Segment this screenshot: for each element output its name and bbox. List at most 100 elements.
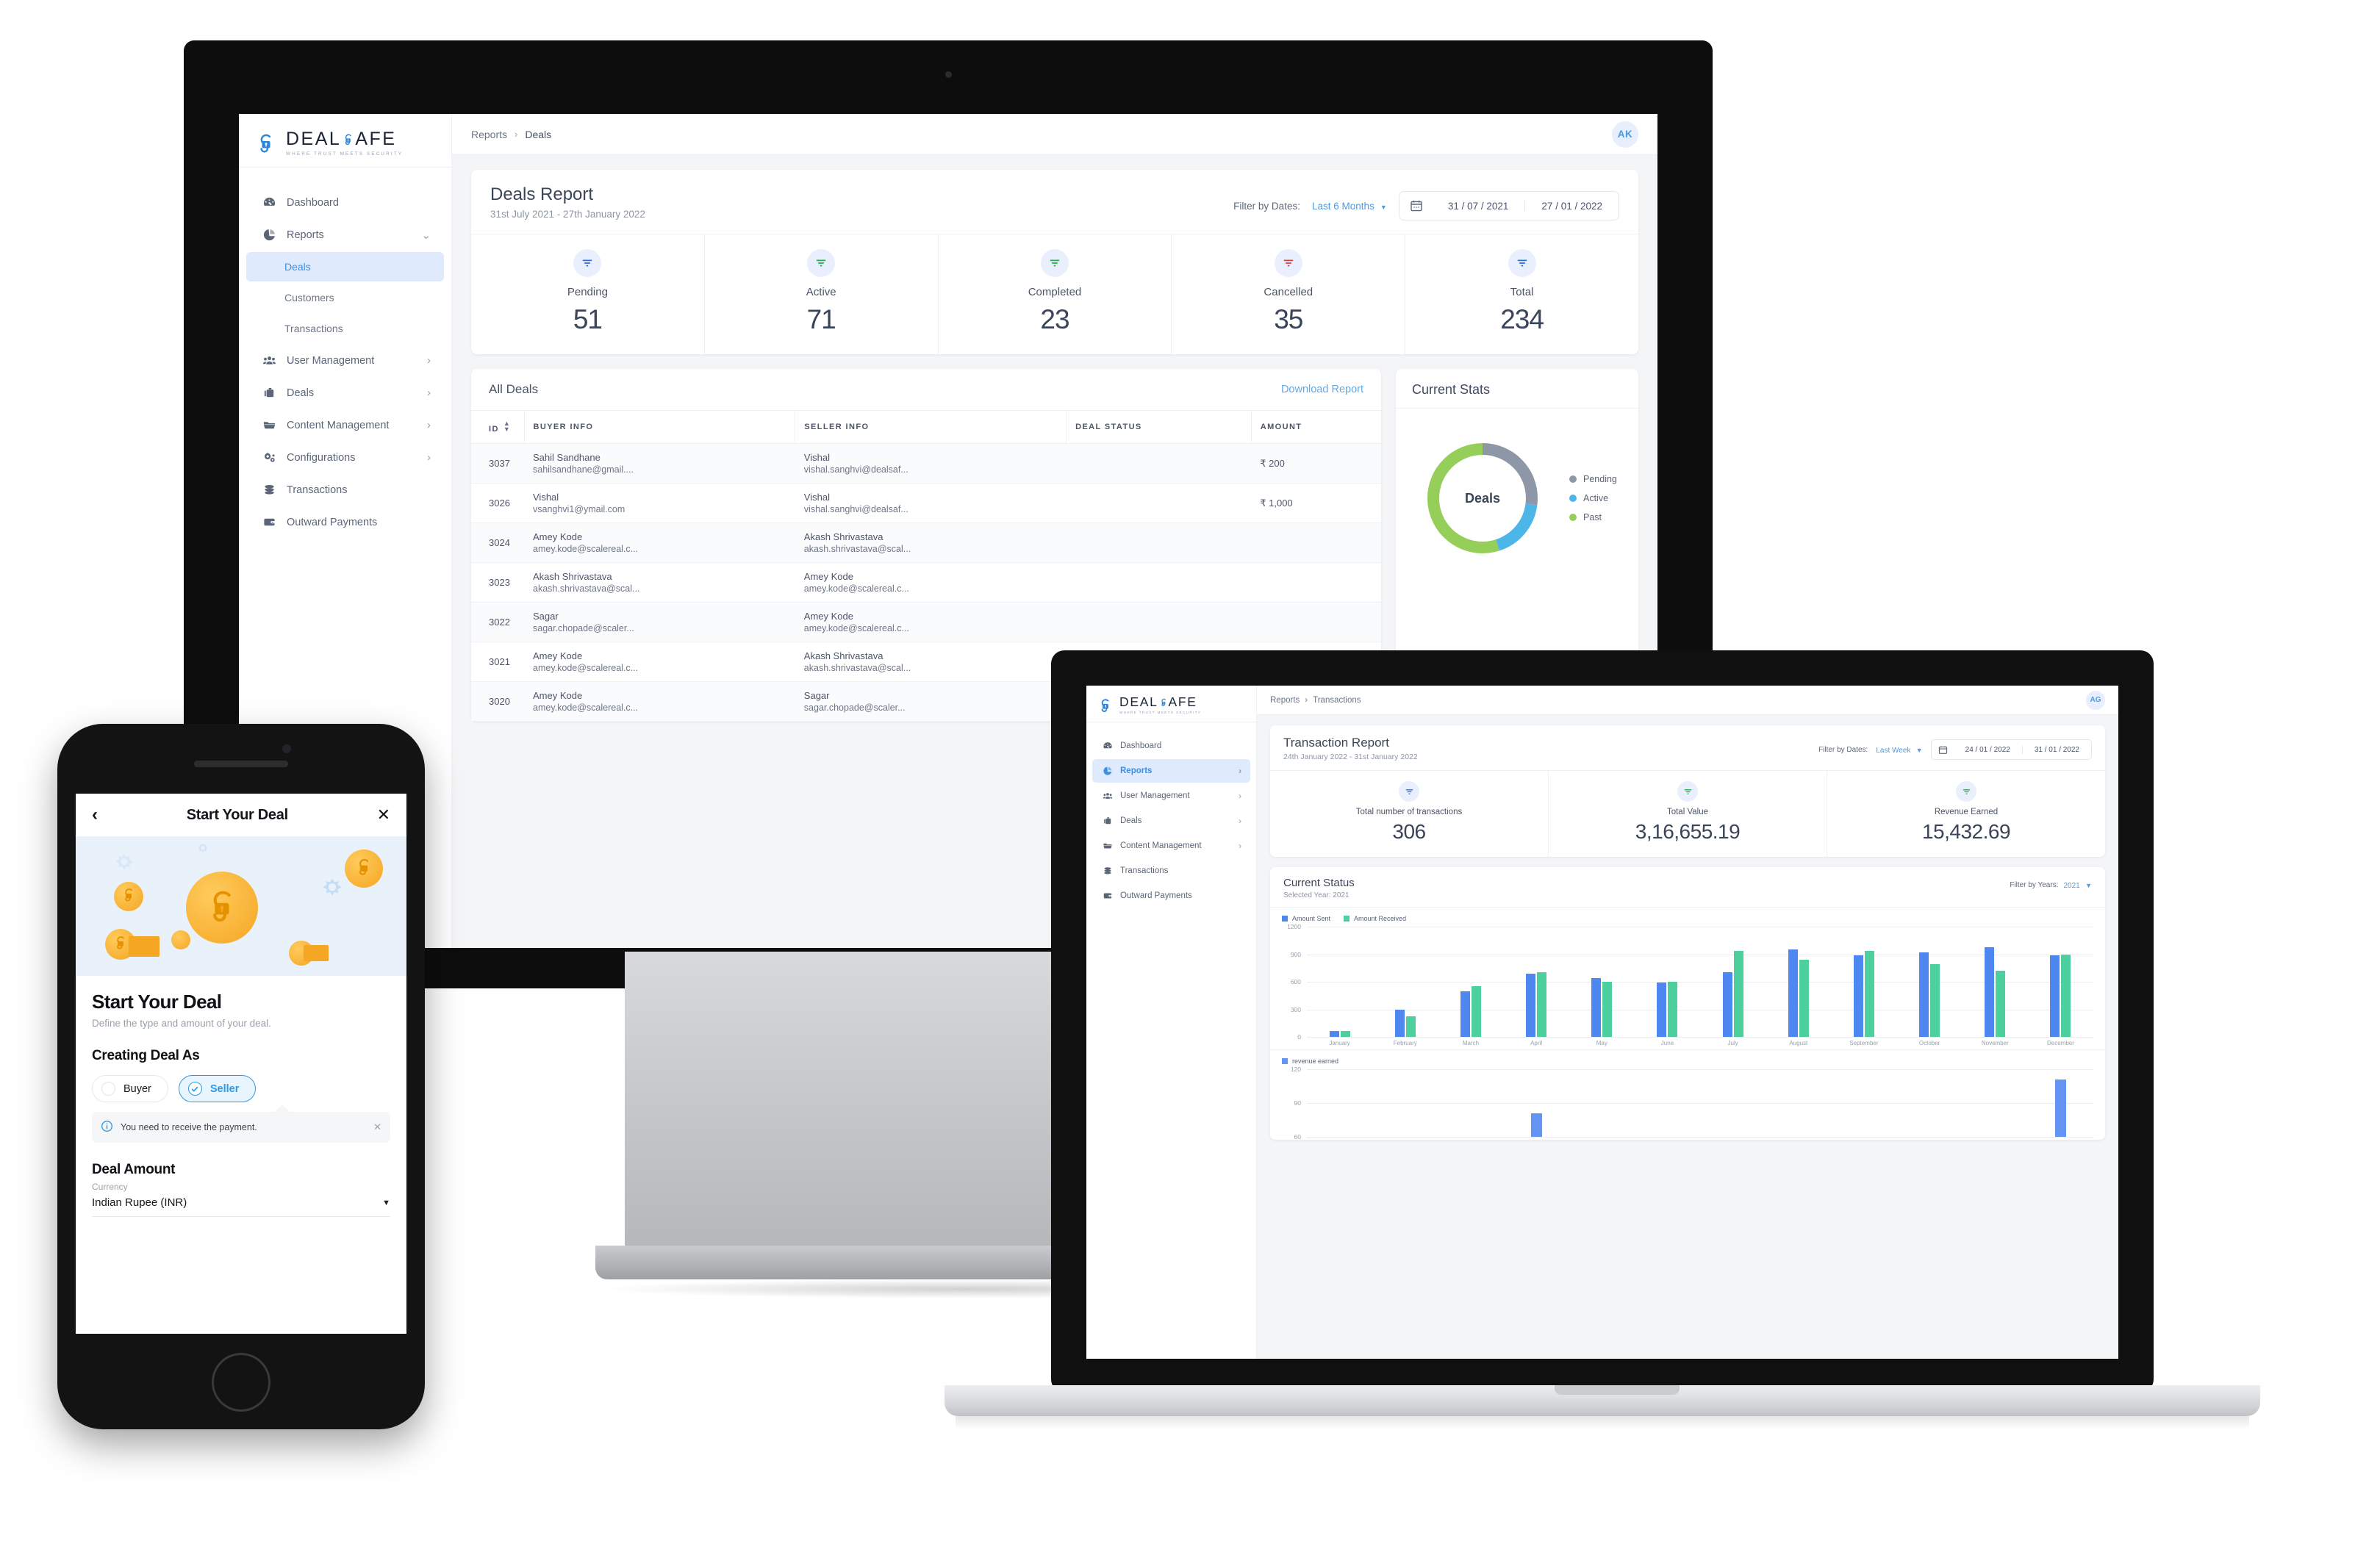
bar-revenue-earned[interactable] xyxy=(2054,1079,2066,1137)
year-dropdown[interactable]: 2021 ▼ xyxy=(2063,880,2092,890)
breadcrumb-parent[interactable]: Reports xyxy=(471,129,507,140)
x-axis-label: December xyxy=(2047,1040,2074,1046)
sidebar-item-outward-payments[interactable]: Outward Payments xyxy=(246,507,444,537)
home-button[interactable] xyxy=(212,1353,270,1412)
sidebar-item-dashboard[interactable]: Dashboard xyxy=(246,187,444,218)
close-icon[interactable]: ✕ xyxy=(377,805,390,825)
sidebar-item-reports[interactable]: Reports ⌄ xyxy=(246,220,444,250)
dealsafe-coin-icon xyxy=(345,849,383,888)
currency-select[interactable]: Indian Rupee (INR) ▼ xyxy=(92,1192,390,1217)
sidebar-item-deals[interactable]: Deals › xyxy=(246,378,444,408)
stat-value: 306 xyxy=(1392,820,1426,843)
sidebar-item-reports[interactable]: Reports › xyxy=(1092,759,1250,783)
breadcrumb-separator-icon: › xyxy=(515,129,518,140)
legend-item-past[interactable]: Past xyxy=(1569,512,1617,522)
bar-amount-received[interactable] xyxy=(1799,960,1809,1037)
sidebar-item-content-management[interactable]: Content Management › xyxy=(1092,834,1250,858)
sidebar-item-deals[interactable]: Deals › xyxy=(1092,809,1250,833)
bar-amount-sent[interactable] xyxy=(2050,955,2060,1037)
cell-seller: Vishal vishal.sanghvi@dealsaf... xyxy=(795,483,1067,523)
sidebar-item-outward-payments[interactable]: Outward Payments xyxy=(1092,884,1250,908)
app-logo[interactable]: DEAL AFE WHERE TRUST MEETS SECURITY xyxy=(239,114,451,168)
legend-item-active[interactable]: Active xyxy=(1569,493,1617,503)
date-from-input[interactable]: 24 / 01 / 2022 xyxy=(1954,746,2022,754)
sidebar-item-transactions[interactable]: Transactions xyxy=(1092,859,1250,883)
avatar[interactable]: AG xyxy=(2086,690,2105,710)
sidebar-item-configurations[interactable]: Configurations › xyxy=(246,442,444,473)
bar-amount-sent[interactable] xyxy=(1722,971,1732,1037)
stat-card-cancelled: Cancelled 35 xyxy=(1171,234,1405,354)
sidebar-item-content-management[interactable]: Content Management › xyxy=(246,410,444,440)
macbook-notch xyxy=(1555,1385,1680,1395)
sidebar-subitem-label: Transactions xyxy=(284,323,343,335)
sidebar-item-label: Reports xyxy=(1120,766,1153,776)
legend-item-revenue-earned[interactable]: revenue earned xyxy=(1282,1057,1338,1065)
bar-amount-received[interactable] xyxy=(2061,955,2071,1037)
radio-option-buyer[interactable]: Buyer xyxy=(92,1075,168,1102)
bar-amount-sent[interactable] xyxy=(1329,1030,1339,1037)
table-row[interactable]: 3023 Akash Shrivastava akash.shrivastava… xyxy=(471,562,1381,603)
bar-amount-sent[interactable] xyxy=(1591,978,1602,1037)
chart-legend: Amount Sent Amount Received xyxy=(1282,915,2093,922)
close-icon[interactable]: ✕ xyxy=(373,1121,381,1133)
bar-amount-received[interactable] xyxy=(1340,1030,1350,1037)
bar-amount-sent[interactable] xyxy=(1526,973,1536,1037)
download-report-link[interactable]: Download Report xyxy=(1281,384,1363,395)
legend-item-pending[interactable]: Pending xyxy=(1569,474,1617,484)
sidebar-item-label: Reports xyxy=(287,229,324,241)
table-row[interactable]: 3037 Sahil Sandhane sahilsandhane@gmail.… xyxy=(471,443,1381,484)
date-from-input[interactable]: 31 / 07 / 2021 xyxy=(1432,201,1525,212)
bar-amount-received[interactable] xyxy=(1996,971,2006,1037)
date-to-input[interactable]: 27 / 01 / 2022 xyxy=(1524,200,1619,212)
bar-amount-sent[interactable] xyxy=(1985,946,1995,1037)
breadcrumb-parent[interactable]: Reports xyxy=(1270,696,1300,705)
date-preset-dropdown[interactable]: Last 6 Months ▼ xyxy=(1312,200,1387,212)
sidebar-subitem-transactions[interactable]: Transactions xyxy=(246,314,444,343)
sidebar-item-user-management[interactable]: User Management › xyxy=(246,345,444,376)
table-row[interactable]: 3022 Sagar sagar.chopade@scaler... Amey … xyxy=(471,602,1381,642)
date-to-input[interactable]: 31 / 01 / 2022 xyxy=(2021,745,2091,754)
logo-s-lock-icon xyxy=(342,132,354,147)
sidebar-item-dashboard[interactable]: Dashboard xyxy=(1092,734,1250,758)
chevron-left-icon[interactable]: ‹ xyxy=(92,805,98,825)
bar-group xyxy=(1504,927,1569,1037)
legend-item-amount-received[interactable]: Amount Received xyxy=(1344,915,1406,922)
app-logo[interactable]: DEAL AFE WHERE TRUST MEETS SECURITY xyxy=(1086,686,1256,723)
bar-amount-received[interactable] xyxy=(1864,951,1874,1037)
bar-amount-received[interactable] xyxy=(1405,1016,1416,1037)
date-range-picker[interactable]: 24 / 01 / 2022 31 / 01 / 2022 xyxy=(1930,739,2092,760)
radio-option-seller[interactable]: Seller xyxy=(178,1075,257,1102)
cell-buyer: Sahil Sandhane sahilsandhane@gmail.... xyxy=(524,443,795,484)
seller-name: Amey Kode xyxy=(803,611,853,622)
bar-amount-sent[interactable] xyxy=(1853,955,1863,1037)
sidebar-subitem-deals[interactable]: Deals xyxy=(246,252,444,282)
sidebar-item-transactions[interactable]: Transactions xyxy=(246,475,444,505)
cell-status xyxy=(1066,443,1252,484)
bar-amount-received[interactable] xyxy=(1602,982,1613,1037)
avatar[interactable]: AK xyxy=(1612,121,1638,148)
bar-amount-received[interactable] xyxy=(1471,986,1481,1037)
bar-revenue-earned[interactable] xyxy=(1530,1113,1542,1137)
sidebar-item-label: Outward Payments xyxy=(287,516,378,528)
bar-amount-received[interactable] xyxy=(1733,950,1743,1037)
stat-value: 71 xyxy=(806,304,836,334)
bar-amount-sent[interactable] xyxy=(1394,1009,1405,1037)
chevron-right-icon: › xyxy=(1239,841,1241,852)
table-row[interactable]: 3024 Amey Kode amey.kode@scalereal.c... … xyxy=(471,522,1381,563)
legend-item-amount-sent[interactable]: Amount Sent xyxy=(1282,915,1330,922)
seller-email: amey.kode@scalereal.c... xyxy=(803,623,909,633)
bar-amount-sent[interactable] xyxy=(1788,949,1798,1037)
bar-amount-sent[interactable] xyxy=(1657,983,1667,1037)
bar-amount-received[interactable] xyxy=(1537,971,1547,1037)
table-row[interactable]: 3026 Vishal vsanghvi1@ymail.com Vishal v… xyxy=(471,483,1381,523)
bar-amount-received[interactable] xyxy=(1930,964,1940,1037)
sidebar-item-user-management[interactable]: User Management › xyxy=(1092,784,1250,808)
buyer-name: Amey Kode xyxy=(533,690,583,701)
date-preset-dropdown[interactable]: Last Week ▼ xyxy=(1876,744,1922,755)
column-header-id[interactable]: ID ▲ ▼ xyxy=(471,410,524,444)
bar-amount-received[interactable] xyxy=(1668,981,1678,1037)
sidebar-subitem-customers[interactable]: Customers xyxy=(246,283,444,312)
bar-amount-sent[interactable] xyxy=(1460,991,1470,1037)
date-range-picker[interactable]: 31 / 07 / 2021 27 / 01 / 2022 xyxy=(1398,191,1619,220)
bar-amount-sent[interactable] xyxy=(1919,952,1929,1037)
